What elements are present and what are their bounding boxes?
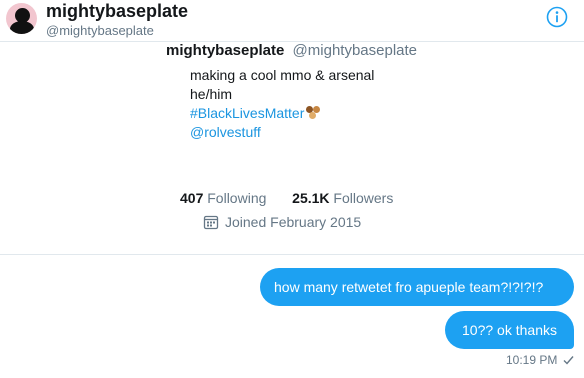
sent-message-bubble[interactable]: 10?? ok thanks — [445, 311, 574, 349]
profile-nameline[interactable]: mightybaseplate @mightybaseplate — [166, 42, 417, 60]
message-timestamp: 10:19 PM — [506, 352, 574, 368]
avatar[interactable] — [6, 3, 37, 34]
info-icon[interactable] — [546, 6, 568, 28]
calendar-icon — [203, 215, 219, 230]
following-label: Following — [207, 190, 267, 206]
following-stat[interactable]: 407 Following — [180, 190, 266, 206]
avatar-body-shape — [10, 21, 34, 34]
mention-link[interactable]: @rolvestuff — [190, 124, 261, 140]
header-display-name[interactable]: mightybaseplate — [46, 0, 188, 22]
header-handle: @mightybaseplate — [46, 23, 154, 38]
timestamp-text: 10:19 PM — [506, 353, 558, 367]
divider — [0, 254, 584, 255]
profile-handle: @mightybaseplate — [292, 42, 418, 59]
bio-line: he/him — [190, 86, 233, 102]
conversation-header: mightybaseplate @mightybaseplate — [0, 0, 584, 42]
sent-message-bubble[interactable]: how many retwetet fro apueple team?!?!?!… — [260, 268, 574, 306]
hashtag-link[interactable]: #BlackLivesMatter — [190, 105, 304, 121]
followers-count: 25.1K — [292, 190, 330, 206]
following-count: 407 — [180, 190, 204, 206]
profile-stats: 407 Following 25.1K Followers — [180, 189, 393, 207]
checkmark-icon — [563, 356, 574, 365]
raised-fist-emoji-icon — [306, 106, 322, 120]
profile-display-name: mightybaseplate — [166, 42, 285, 59]
profile-bio: making a cool mmo & arsenal he/him #Blac… — [190, 66, 374, 142]
bio-line: making a cool mmo & arsenal — [190, 67, 375, 83]
joined-text: Joined February 2015 — [225, 214, 362, 230]
followers-label: Followers — [333, 190, 394, 206]
joined-date: Joined February 2015 — [203, 213, 361, 231]
followers-stat[interactable]: 25.1K Followers — [292, 190, 393, 206]
